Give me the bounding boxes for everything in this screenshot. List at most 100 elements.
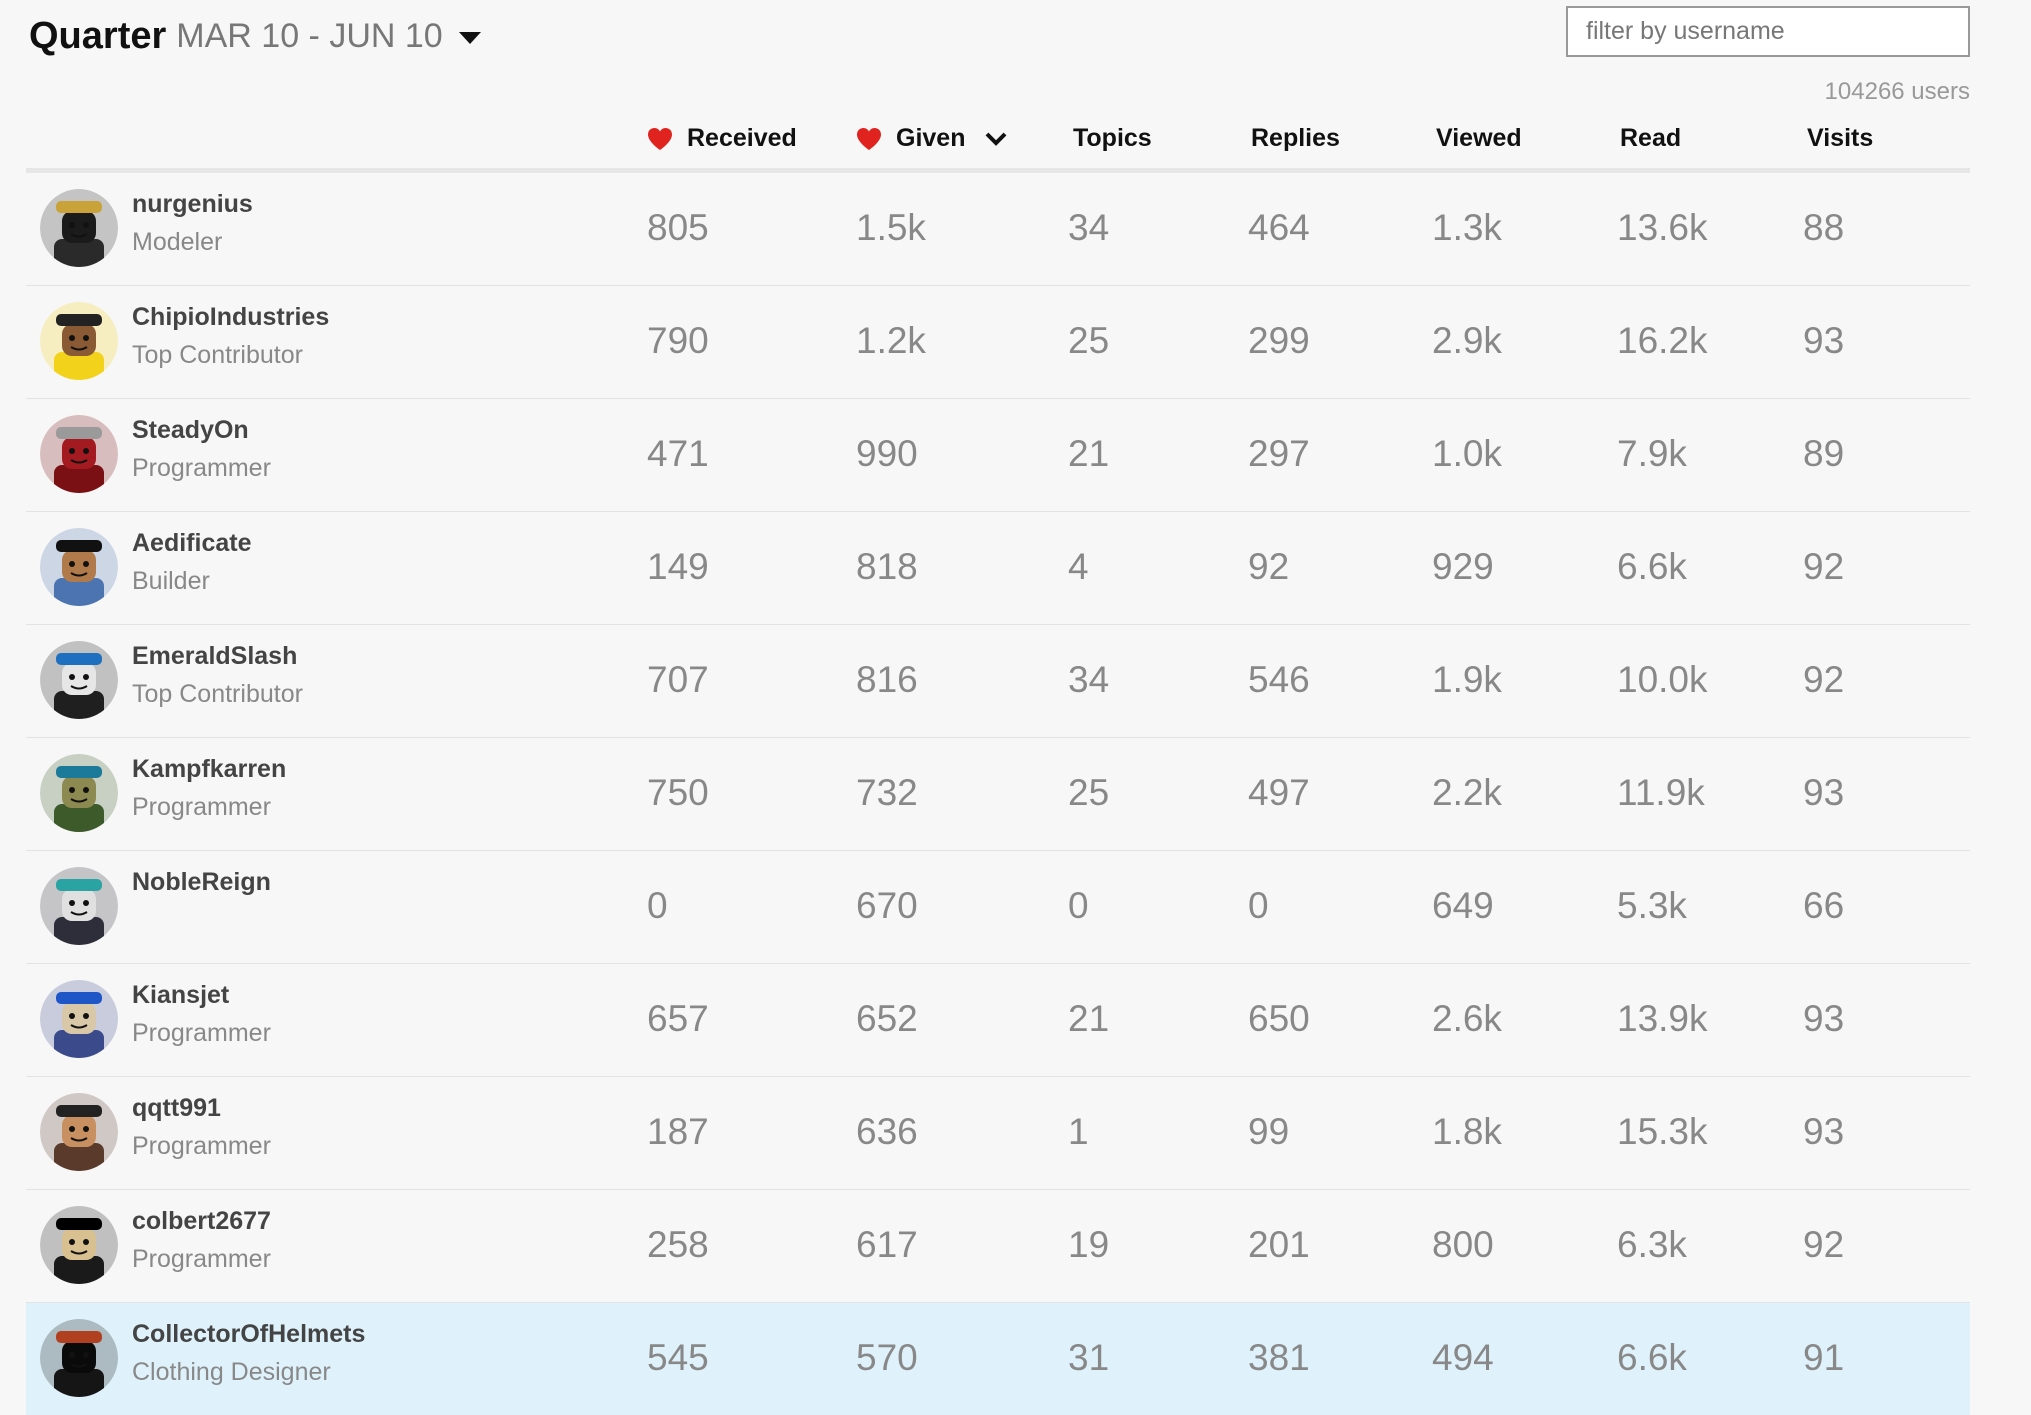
avatar[interactable] [40, 754, 118, 832]
cell-visits: 66 [1803, 885, 1845, 926]
caret-down-icon[interactable] [458, 32, 481, 44]
cell-read: 13.6k [1617, 207, 1708, 248]
username-link[interactable]: Kampfkarren [132, 755, 286, 784]
cell-topics: 21 [1068, 433, 1110, 474]
cell-replies: 201 [1248, 1224, 1310, 1265]
user-title: Programmer [132, 1245, 271, 1273]
avatar[interactable] [40, 867, 118, 945]
cell-received: 545 [647, 1337, 709, 1378]
table-row[interactable]: EmeraldSlash Top Contributor 707 816 34 546 1.… [26, 625, 1970, 738]
avatar[interactable] [40, 1319, 118, 1397]
avatar[interactable] [40, 528, 118, 606]
avatar[interactable] [40, 302, 118, 380]
avatar[interactable] [40, 189, 118, 267]
cell-topics: 34 [1068, 659, 1110, 700]
user-title: Programmer [132, 454, 271, 482]
cell-received: 707 [647, 659, 709, 700]
cell-given: 1.2k [856, 320, 926, 361]
cell-topics: 4 [1068, 546, 1089, 587]
avatar[interactable] [40, 1093, 118, 1171]
cell-replies: 92 [1248, 546, 1290, 587]
cell-visits: 93 [1803, 998, 1845, 1039]
cell-given: 990 [856, 433, 918, 474]
cell-topics: 19 [1068, 1224, 1110, 1265]
column-viewed[interactable]: Viewed [1436, 124, 1522, 153]
cell-visits: 93 [1803, 320, 1845, 361]
user-title: Programmer [132, 1132, 271, 1160]
username-filter-input[interactable] [1566, 6, 1970, 57]
cell-received: 0 [647, 885, 668, 926]
username-link[interactable]: CollectorOfHelmets [132, 1320, 365, 1349]
cell-viewed: 649 [1432, 885, 1494, 926]
username-link[interactable]: NobleReign [132, 868, 271, 897]
cell-topics: 34 [1068, 207, 1110, 248]
cell-topics: 1 [1068, 1111, 1089, 1152]
username-link[interactable]: nurgenius [132, 190, 253, 219]
cell-received: 657 [647, 998, 709, 1039]
cell-received: 750 [647, 772, 709, 813]
username-link[interactable]: qqtt991 [132, 1094, 221, 1123]
username-link[interactable]: Aedificate [132, 529, 251, 558]
cell-given: 617 [856, 1224, 918, 1265]
table-row[interactable]: Kampfkarren Programmer 750 732 25 497 2.2k 11.9… [26, 738, 1970, 851]
period-range[interactable]: MAR 10 - JUN 10 [176, 17, 442, 56]
username-link[interactable]: SteadyOn [132, 416, 249, 445]
table-row[interactable]: ChipioIndustries Top Contributor 790 1.2k 25… [26, 286, 1970, 399]
table-row[interactable]: SteadyOn Programmer 471 990 21 297 1.0k 7.9k 89 [26, 399, 1970, 512]
avatar[interactable] [40, 641, 118, 719]
user-title: Programmer [132, 1019, 271, 1047]
cell-topics: 25 [1068, 772, 1110, 813]
column-replies[interactable]: Replies [1251, 124, 1340, 153]
cell-read: 10.0k [1617, 659, 1708, 700]
username-link[interactable]: EmeraldSlash [132, 642, 297, 671]
column-visits[interactable]: Visits [1807, 124, 1873, 153]
cell-viewed: 1.3k [1432, 207, 1502, 248]
cell-given: 1.5k [856, 207, 926, 248]
cell-visits: 88 [1803, 207, 1845, 248]
username-link[interactable]: colbert2677 [132, 1207, 271, 1236]
user-title: Top Contributor [132, 680, 303, 708]
cell-replies: 297 [1248, 433, 1310, 474]
table-header: Received Given Topics Replies Viewed Rea… [26, 112, 1970, 173]
table-row[interactable]: nurgenius Modeler 805 1.5k 34 464 1.3k 13.6k 88 [26, 173, 1970, 286]
table-row[interactable]: Kiansjet Programmer 657 652 21 650 2.6k 13.9k 93 [26, 964, 1970, 1077]
table-row[interactable]: colbert2677 Programmer 258 617 19 201 800 6.3k 9… [26, 1190, 1970, 1303]
cell-given: 670 [856, 885, 918, 926]
cell-viewed: 2.6k [1432, 998, 1502, 1039]
cell-viewed: 2.9k [1432, 320, 1502, 361]
avatar[interactable] [40, 980, 118, 1058]
cell-read: 5.3k [1617, 885, 1687, 926]
username-link[interactable]: ChipioIndustries [132, 303, 329, 332]
username-link[interactable]: Kiansjet [132, 981, 229, 1010]
cell-topics: 0 [1068, 885, 1089, 926]
cell-viewed: 1.8k [1432, 1111, 1502, 1152]
column-topics[interactable]: Topics [1073, 124, 1152, 153]
user-title: Top Contributor [132, 341, 303, 369]
table-row[interactable]: qqtt991 Programmer 187 636 1 99 1.8k 15.3k 93 [26, 1077, 1970, 1190]
table-row[interactable]: CollectorOfHelmets Clothing Designer 545 57… [26, 1303, 1970, 1415]
cell-received: 258 [647, 1224, 709, 1265]
cell-received: 790 [647, 320, 709, 361]
cell-visits: 92 [1803, 546, 1845, 587]
chevron-down-icon[interactable] [985, 131, 1007, 147]
table-row[interactable]: NobleReign 0 670 0 0 649 5.3k 66 [26, 851, 1970, 964]
column-given[interactable]: Given [856, 124, 1007, 153]
cell-given: 652 [856, 998, 918, 1039]
table-row[interactable]: Aedificate Builder 149 818 4 92 929 6.6k 92 [26, 512, 1970, 625]
period-title: Quarter [29, 14, 167, 57]
column-received[interactable]: Received [647, 124, 797, 153]
cell-replies: 381 [1248, 1337, 1310, 1378]
leaderboard-table: Received Given Topics Replies Viewed Rea… [26, 112, 1970, 1415]
cell-visits: 92 [1803, 1224, 1845, 1265]
heart-icon [648, 127, 672, 150]
cell-given: 636 [856, 1111, 918, 1152]
heart-icon [857, 127, 881, 150]
cell-visits: 92 [1803, 659, 1845, 700]
avatar[interactable] [40, 415, 118, 493]
cell-read: 6.6k [1617, 546, 1687, 587]
cell-replies: 497 [1248, 772, 1310, 813]
cell-viewed: 929 [1432, 546, 1494, 587]
avatar[interactable] [40, 1206, 118, 1284]
user-title: Modeler [132, 228, 223, 256]
column-read[interactable]: Read [1620, 124, 1681, 153]
